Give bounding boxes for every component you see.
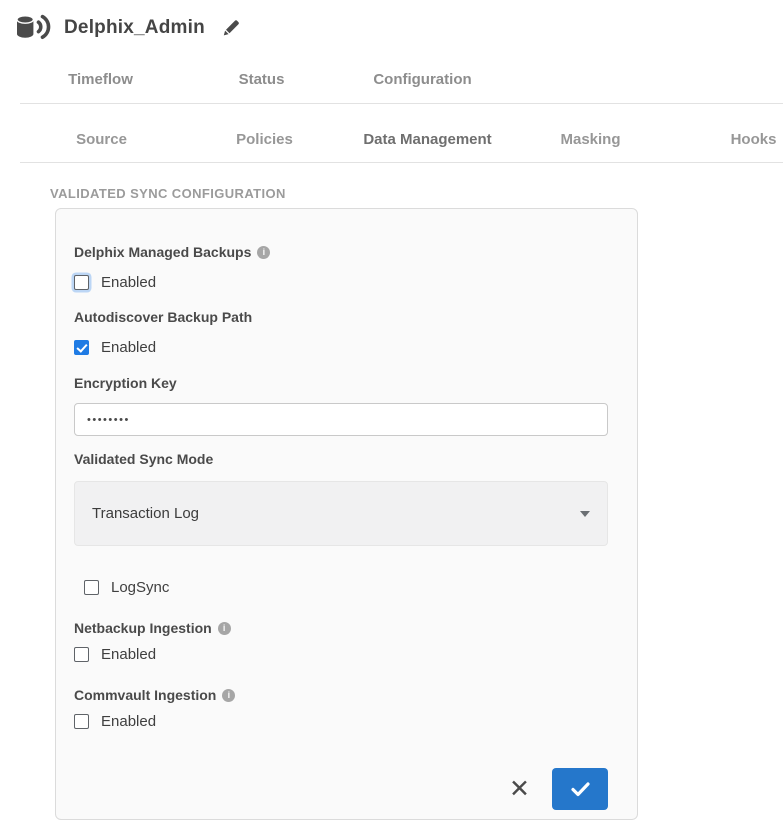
- info-icon[interactable]: [218, 622, 231, 635]
- validated-sync-mode-label: Validated Sync Mode: [74, 451, 608, 467]
- commvault-ingestion-label: Commvault Ingestion: [74, 687, 608, 703]
- checkbox-label: Enabled: [101, 713, 156, 730]
- info-icon[interactable]: [257, 246, 270, 259]
- selected-option: Transaction Log: [92, 505, 199, 522]
- checkbox-label: LogSync: [111, 579, 169, 596]
- logsync-checkbox[interactable]: [84, 580, 99, 595]
- checkbox-label: Enabled: [101, 646, 156, 663]
- field-label-text: Validated Sync Mode: [74, 451, 213, 467]
- tab-timeflow[interactable]: Timeflow: [20, 71, 181, 88]
- page-title: Delphix_Admin: [64, 17, 205, 39]
- validated-sync-mode-select[interactable]: Transaction Log: [74, 481, 608, 546]
- subtab-bar: Source Policies Data Management Masking …: [20, 131, 783, 148]
- subtab-hooks[interactable]: Hooks: [672, 131, 783, 148]
- delphix-managed-backups-checkbox[interactable]: [74, 275, 89, 290]
- chevron-down-icon: [580, 511, 590, 517]
- subtab-masking[interactable]: Masking: [509, 131, 672, 148]
- dsource-database-icon: [14, 12, 54, 43]
- subtab-data-management[interactable]: Data Management: [346, 131, 509, 148]
- divider: [20, 162, 783, 163]
- commvault-ingestion-checkbox[interactable]: [74, 714, 89, 729]
- autodiscover-backup-path-checkbox[interactable]: [74, 340, 89, 355]
- field-label-text: Netbackup Ingestion: [74, 620, 212, 636]
- netbackup-ingestion-enabled-row: Enabled: [74, 646, 608, 663]
- logsync-row: LogSync: [84, 579, 608, 596]
- encryption-key-label: Encryption Key: [74, 375, 608, 391]
- field-label-text: Commvault Ingestion: [74, 687, 216, 703]
- action-buttons: ✕: [74, 768, 608, 810]
- page: Delphix_Admin Timeflow Status Configurat…: [0, 0, 783, 833]
- autodiscover-backup-path-label: Autodiscover Backup Path: [74, 309, 608, 325]
- commvault-ingestion-enabled-row: Enabled: [74, 713, 608, 730]
- field-label-text: Delphix Managed Backups: [74, 244, 251, 260]
- confirm-button[interactable]: [552, 768, 608, 810]
- netbackup-ingestion-label: Netbackup Ingestion: [74, 620, 608, 636]
- divider: [20, 103, 783, 104]
- info-icon[interactable]: [222, 689, 235, 702]
- netbackup-ingestion-checkbox[interactable]: [74, 647, 89, 662]
- tab-configuration[interactable]: Configuration: [342, 71, 503, 88]
- autodiscover-backup-path-enabled-row: Enabled: [74, 339, 608, 356]
- subtab-source[interactable]: Source: [20, 131, 183, 148]
- cancel-button[interactable]: ✕: [509, 777, 530, 802]
- header: Delphix_Admin: [14, 12, 241, 43]
- delphix-managed-backups-enabled-row: Enabled: [74, 274, 608, 291]
- subtab-policies[interactable]: Policies: [183, 131, 346, 148]
- checkbox-label: Enabled: [101, 274, 156, 291]
- section-heading: VALIDATED SYNC CONFIGURATION: [50, 186, 286, 201]
- delphix-managed-backups-label: Delphix Managed Backups: [74, 244, 608, 260]
- encryption-key-input[interactable]: [74, 403, 608, 436]
- checkmark-icon: [571, 782, 590, 797]
- validated-sync-configuration-panel: Delphix Managed Backups Enabled Autodisc…: [55, 208, 638, 820]
- tab-status[interactable]: Status: [181, 71, 342, 88]
- field-label-text: Autodiscover Backup Path: [74, 309, 252, 325]
- checkbox-label: Enabled: [101, 339, 156, 356]
- tab-bar: Timeflow Status Configuration: [20, 71, 503, 88]
- field-label-text: Encryption Key: [74, 375, 177, 391]
- pencil-edit-icon[interactable]: [221, 17, 241, 38]
